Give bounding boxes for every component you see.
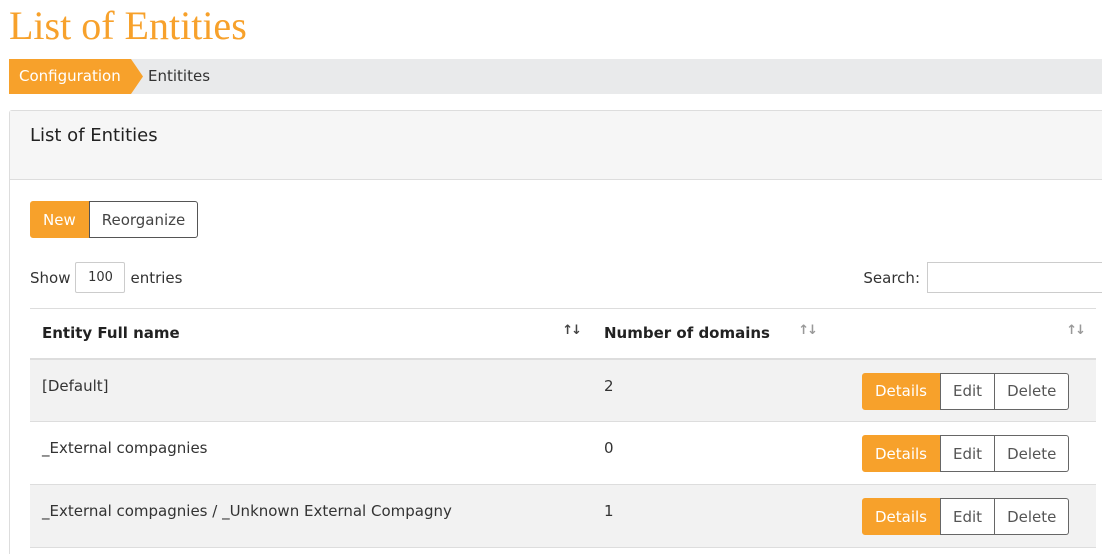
row-actions: Details Edit Delete <box>862 435 1070 472</box>
edit-button[interactable]: Edit <box>940 498 996 535</box>
domains-cell: 2 Details Edit Delete <box>592 358 1096 422</box>
edit-button[interactable]: Edit <box>940 372 996 410</box>
domains-cell: 1 Details Edit Delete <box>592 484 1096 548</box>
column-header-entity-name[interactable]: Entity Full name ↑↓ <box>30 308 592 360</box>
show-label: Show <box>30 268 71 287</box>
entries-per-page-select[interactable]: 100 <box>75 262 126 293</box>
edit-button[interactable]: Edit <box>940 435 996 472</box>
column-header-actions[interactable]: ↑↓ <box>828 308 1096 360</box>
search-label: Search: <box>863 268 920 287</box>
column-label: Entity Full name <box>42 324 180 343</box>
sort-icon: ↑↓ <box>1066 323 1086 338</box>
table-row: [Default] 2 Details Edit Delete <box>30 358 1096 422</box>
entity-name-cell: _External compagnies <box>30 421 592 485</box>
search-box: Search: <box>863 262 1102 293</box>
entries-label: entries <box>130 268 183 287</box>
entity-name-cell: [Default] <box>30 358 592 422</box>
page-title: List of Entities <box>9 3 247 48</box>
delete-button[interactable]: Delete <box>995 372 1070 410</box>
row-actions: Details Edit Delete <box>862 498 1070 535</box>
sort-asc-icon: ↑↓ <box>562 323 582 338</box>
breadcrumb-entities: Entitites <box>148 67 211 85</box>
domains-cell: 0 Details Edit Delete <box>592 421 1096 485</box>
breadcrumb-configuration[interactable]: Configuration <box>9 59 143 94</box>
delete-button[interactable]: Delete <box>995 498 1070 535</box>
new-button[interactable]: New <box>30 201 89 238</box>
details-button[interactable]: Details <box>862 372 941 410</box>
entities-panel: List of Entities New Reorganize Show 100… <box>9 110 1102 554</box>
column-label: Number of domains <box>604 324 770 343</box>
details-button[interactable]: Details <box>862 498 941 535</box>
entity-name-cell: _External compagnies / _Unknown External… <box>30 484 592 548</box>
panel-title: List of Entities <box>30 125 158 146</box>
sort-icon: ↑↓ <box>798 323 818 338</box>
search-input[interactable] <box>927 262 1102 293</box>
breadcrumb: Configuration Entitites <box>9 59 1102 94</box>
domains-count: 1 <box>604 502 614 520</box>
column-header-domains[interactable]: Number of domains ↑↓ <box>592 308 828 360</box>
table-row: _External compagnies / _Unknown External… <box>30 484 1096 548</box>
panel-header: List of Entities <box>10 111 1102 180</box>
reorganize-button[interactable]: Reorganize <box>88 201 199 238</box>
domains-count: 0 <box>604 439 614 457</box>
toolbar: New Reorganize <box>30 201 199 238</box>
table-row: _External compagnies 0 Details Edit Dele… <box>30 421 1096 485</box>
entities-table: Entity Full name ↑↓ Number of domains ↑↓… <box>30 308 1096 548</box>
row-actions: Details Edit Delete <box>862 372 1070 410</box>
entries-length: Show 100 entries <box>30 262 182 293</box>
domains-count: 2 <box>604 376 614 395</box>
details-button[interactable]: Details <box>862 435 941 472</box>
delete-button[interactable]: Delete <box>995 435 1070 472</box>
